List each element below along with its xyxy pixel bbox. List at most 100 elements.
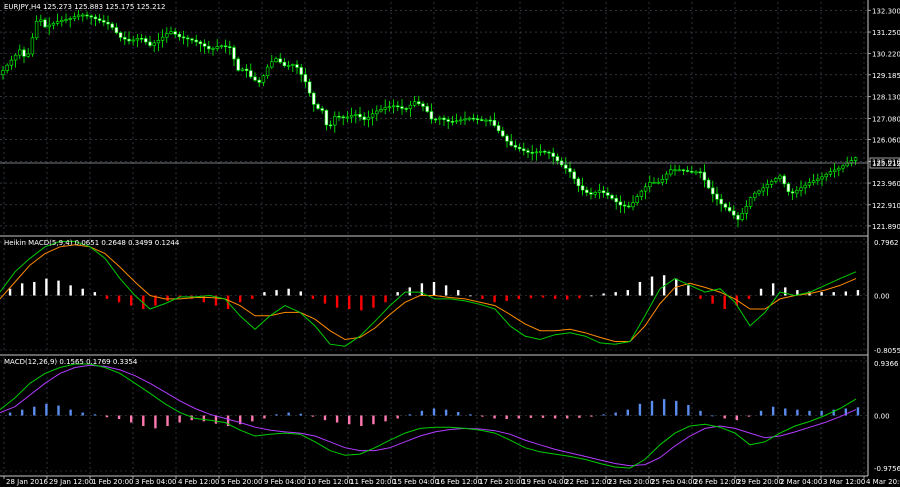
candle-body bbox=[669, 169, 673, 175]
candle-body bbox=[664, 173, 669, 180]
main-header: EURJPY,H4 125.273 125.883 125.175 125.21… bbox=[4, 3, 165, 11]
macd-hist-bar bbox=[699, 410, 702, 416]
macd-hist-bar bbox=[505, 415, 508, 420]
heikin-hist-bar bbox=[129, 295, 133, 306]
candle-body bbox=[362, 116, 366, 120]
heikin-hist-bar bbox=[844, 291, 848, 296]
macd-hist-bar bbox=[323, 415, 327, 421]
candle-body bbox=[681, 169, 686, 172]
candle-body bbox=[261, 75, 266, 83]
candle-body bbox=[736, 214, 740, 220]
candle-body bbox=[480, 119, 484, 121]
candle-body bbox=[303, 74, 308, 83]
candle-body bbox=[379, 109, 383, 112]
heikin-tick-label: 0.7962 bbox=[874, 239, 899, 247]
candle-body bbox=[181, 36, 186, 39]
candle-body bbox=[824, 173, 828, 178]
candle-body bbox=[64, 19, 68, 21]
macd-hist-bar bbox=[469, 414, 472, 416]
heikin-hist-bar bbox=[93, 292, 97, 296]
candle-body bbox=[513, 145, 518, 148]
candle-body bbox=[492, 120, 497, 126]
candle-body bbox=[114, 27, 119, 34]
candle-body bbox=[291, 64, 295, 66]
macd-hist-bar bbox=[856, 407, 860, 416]
candle-body bbox=[496, 125, 501, 132]
time-tick-label: 29 Feb 20:00 bbox=[737, 478, 783, 486]
candle-body bbox=[265, 66, 270, 77]
candle-body bbox=[837, 167, 841, 171]
candle-body bbox=[110, 23, 114, 28]
candle-body bbox=[333, 116, 337, 126]
heikin-tick-label: 0.00 bbox=[874, 293, 890, 301]
heikin-hist-bar bbox=[578, 295, 581, 299]
heikin-hist-bar bbox=[626, 290, 630, 296]
heikin-hist-bar bbox=[408, 287, 411, 296]
candle-body bbox=[316, 104, 320, 109]
macd-hist-bar bbox=[493, 415, 496, 419]
trading-chart[interactable]: 125.212 EURJPY,H4 125.273 125.883 125.17… bbox=[0, 0, 900, 487]
candle-body bbox=[354, 114, 358, 116]
macd-tick-label: 0.00 bbox=[874, 413, 890, 421]
macd-hist-bar bbox=[432, 408, 436, 416]
candle-body bbox=[778, 175, 782, 179]
candle-body bbox=[774, 178, 778, 182]
heikin-header: Heikin MACD(5,9,4) 0.0651 0.2648 0.3499 … bbox=[4, 239, 180, 247]
time-tick-label: 11 Feb 20:00 bbox=[350, 478, 396, 486]
heikin-hist-bar bbox=[457, 290, 460, 296]
macd-hist-bar bbox=[675, 400, 678, 416]
candle-body bbox=[433, 118, 438, 121]
chart-canvas[interactable]: 125.212 EURJPY,H4 125.273 125.883 125.17… bbox=[0, 0, 900, 487]
candle-body bbox=[522, 148, 526, 151]
candle-body bbox=[606, 192, 610, 196]
macd-hist-bar bbox=[590, 415, 593, 417]
heikin-hist-bar bbox=[69, 285, 72, 296]
candle-body bbox=[446, 119, 450, 122]
macd-tick-label: -0.9756 bbox=[874, 465, 900, 473]
time-tick-label: 23 Feb 20:00 bbox=[608, 478, 654, 486]
candle-body bbox=[534, 151, 539, 154]
heikin-hist-bar bbox=[566, 295, 569, 300]
candle-body bbox=[471, 117, 476, 120]
candle-body bbox=[601, 190, 606, 194]
heikin-hist-bar bbox=[105, 295, 109, 299]
candle-body bbox=[349, 114, 354, 118]
candle-body bbox=[236, 58, 240, 71]
macd-hist-bar bbox=[69, 409, 72, 416]
time-tick-label: 3 Feb 04:00 bbox=[135, 478, 176, 486]
macd-hist-bar bbox=[408, 414, 411, 416]
macd-hist-bar bbox=[311, 415, 315, 417]
heikin-hist-bar bbox=[323, 295, 327, 304]
macd-hist-bar bbox=[263, 415, 266, 419]
candle-body bbox=[656, 181, 660, 184]
macd-hist-bar bbox=[360, 415, 363, 427]
price-tick-label: 122.910 bbox=[872, 202, 900, 210]
candle-body bbox=[169, 31, 173, 34]
candle-body bbox=[156, 39, 161, 44]
candle-body bbox=[186, 37, 190, 40]
candle-body bbox=[631, 202, 635, 208]
candle-body bbox=[845, 162, 849, 167]
macd-hist-bar bbox=[420, 410, 424, 416]
candle-body bbox=[249, 70, 253, 78]
heikin-hist-bar bbox=[687, 285, 690, 296]
candle-body bbox=[400, 106, 404, 109]
candle-body bbox=[610, 195, 614, 199]
candle-body bbox=[417, 101, 421, 105]
time-tick-label: 10 Feb 12:00 bbox=[307, 478, 353, 486]
candle-body bbox=[198, 41, 203, 44]
candle-body bbox=[408, 104, 413, 110]
heikin-hist-bar bbox=[553, 295, 557, 299]
candle-body bbox=[509, 140, 513, 146]
heikin-hist-bar bbox=[711, 295, 714, 304]
macd-hist-bar bbox=[384, 415, 387, 422]
candle-body bbox=[177, 33, 182, 38]
heikin-hist-bar bbox=[505, 295, 508, 301]
candle-body bbox=[572, 171, 576, 180]
candle-body bbox=[223, 45, 228, 48]
heikin-hist-bar bbox=[747, 295, 751, 299]
candle-body bbox=[765, 184, 770, 189]
candle-body bbox=[715, 193, 719, 200]
heikin-hist-bar bbox=[432, 281, 436, 296]
time-tick-label: 28 Jan 2016 bbox=[6, 478, 49, 486]
